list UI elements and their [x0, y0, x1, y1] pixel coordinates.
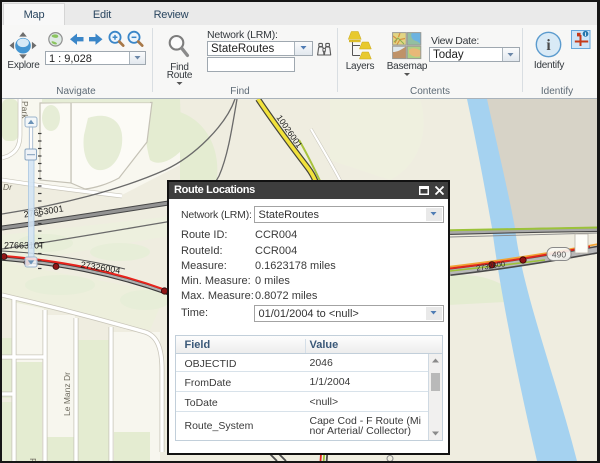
- svg-text:Dr: Dr: [3, 182, 13, 192]
- svg-text:490: 490: [552, 249, 566, 259]
- svg-text:i: i: [546, 37, 551, 54]
- svg-text:Park: Park: [20, 101, 30, 119]
- svg-text:P: P: [28, 458, 38, 461]
- svg-text:Le Manz Dr: Le Manz Dr: [62, 372, 72, 416]
